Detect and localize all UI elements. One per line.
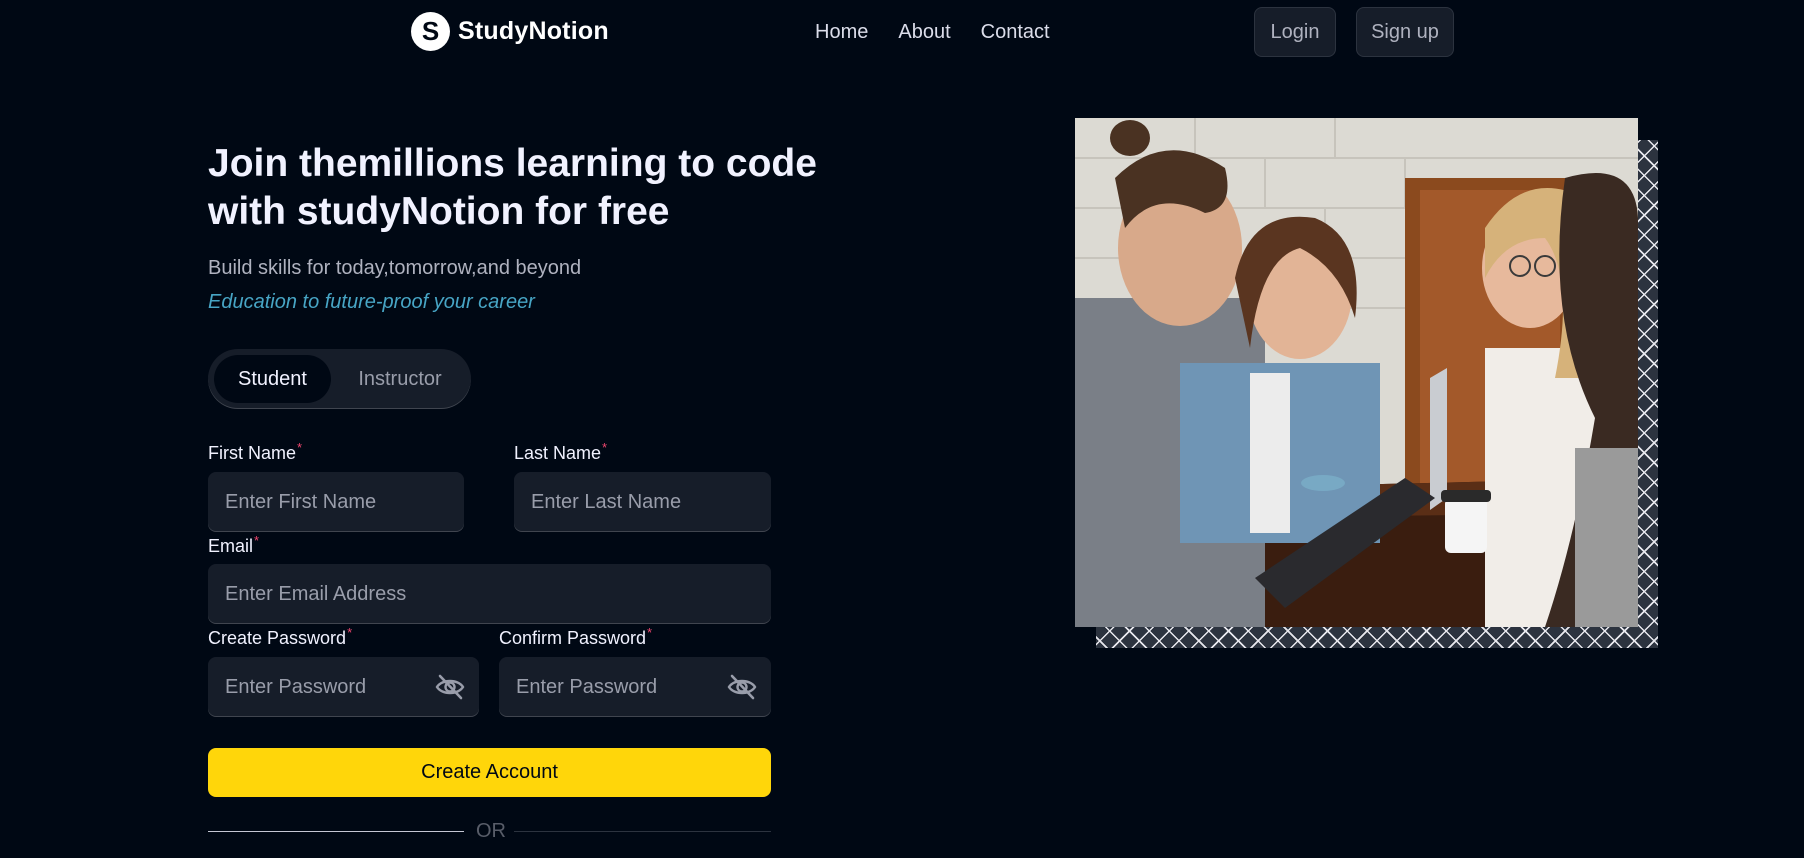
create-password-input[interactable] <box>223 674 427 700</box>
email-input[interactable] <box>223 581 756 607</box>
confirm-password-label: Confirm Password* <box>499 625 653 648</box>
page-subtitle: Build skills for today,tomorrow,and beyo… <box>208 257 582 279</box>
last-name-label: Last Name* <box>514 440 608 463</box>
confirm-password-field <box>499 657 771 717</box>
first-name-label: First Name* <box>208 440 303 463</box>
email-label: Email* <box>208 533 260 556</box>
role-instructor-tab[interactable]: Instructor <box>335 355 465 403</box>
hero-image-frame <box>1075 118 1658 648</box>
nav-link-about[interactable]: About <box>898 21 950 44</box>
last-name-input[interactable] <box>529 489 756 515</box>
navbar: S StudyNotion Home About Contact Login S… <box>0 0 1804 68</box>
studynotion-logo-icon: S <box>411 12 450 51</box>
create-password-label: Create Password* <box>208 625 353 648</box>
eye-slash-icon[interactable] <box>435 674 465 700</box>
page-title: Join themillions learning to code with s… <box>208 142 817 233</box>
confirm-password-input[interactable] <box>514 674 718 700</box>
divider-left <box>208 831 464 832</box>
role-toggle: Student Instructor <box>208 349 471 409</box>
last-name-field <box>514 472 771 532</box>
logo[interactable]: S StudyNotion <box>411 12 609 51</box>
create-password-field <box>208 657 479 717</box>
required-mark: * <box>647 625 653 640</box>
nav-links: Home About Contact <box>815 21 1050 44</box>
eye-slash-icon[interactable] <box>727 674 757 700</box>
required-mark: * <box>602 440 608 455</box>
nav-link-home[interactable]: Home <box>815 21 868 44</box>
required-mark: * <box>347 625 353 640</box>
divider-right <box>514 831 771 832</box>
create-account-button[interactable]: Create Account <box>208 748 771 797</box>
or-divider-text: OR <box>476 820 506 842</box>
login-button[interactable]: Login <box>1254 7 1336 57</box>
role-student-tab[interactable]: Student <box>214 355 331 403</box>
required-mark: * <box>297 440 303 455</box>
required-mark: * <box>254 533 260 548</box>
email-field <box>208 564 771 624</box>
signup-button[interactable]: Sign up <box>1356 7 1454 57</box>
first-name-input[interactable] <box>223 489 449 515</box>
brand-name: StudyNotion <box>458 17 609 45</box>
page-tagline: Education to future-proof your career <box>208 291 535 313</box>
first-name-field <box>208 472 464 532</box>
students-photo <box>1075 118 1638 627</box>
nav-link-contact[interactable]: Contact <box>981 21 1050 44</box>
